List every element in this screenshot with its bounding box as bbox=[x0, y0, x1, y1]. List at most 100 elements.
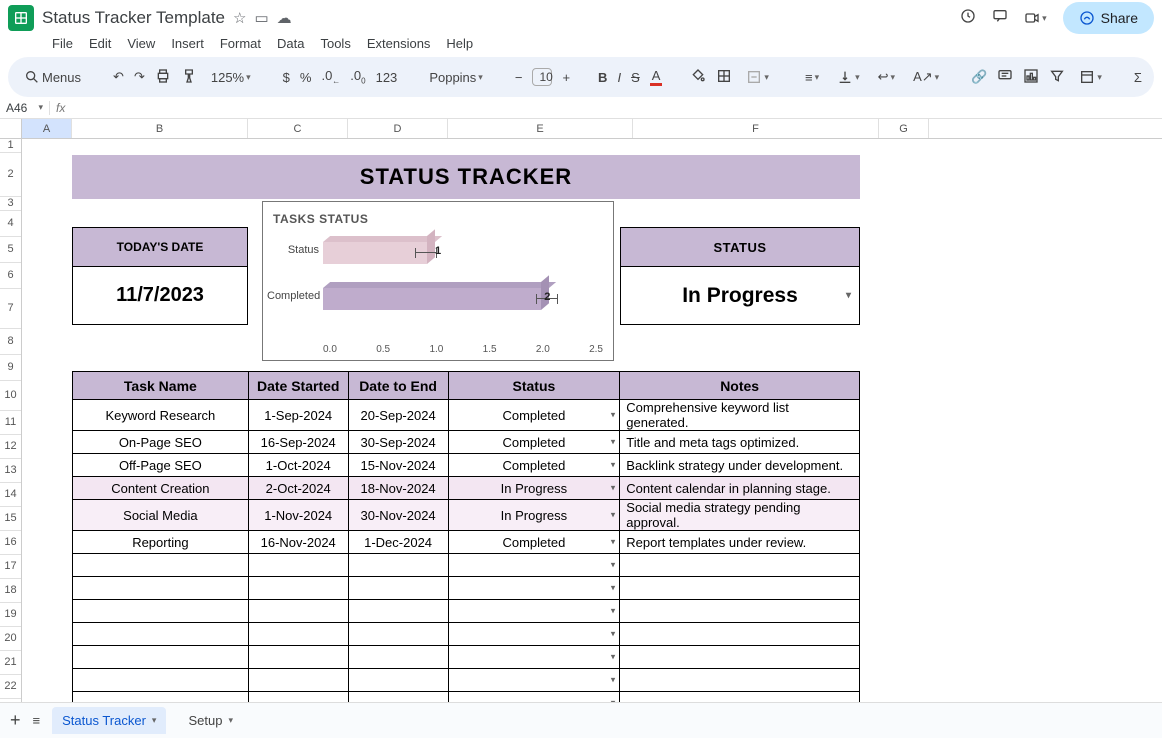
row-header-17[interactable]: 17 bbox=[0, 555, 21, 579]
cell-status[interactable]: In Progress▾ bbox=[448, 477, 620, 500]
move-icon[interactable]: ▭ bbox=[254, 9, 268, 27]
undo-button[interactable]: ↶ bbox=[113, 69, 124, 85]
row-header-20[interactable]: 20 bbox=[0, 627, 21, 651]
cell-task[interactable]: Reporting bbox=[73, 531, 249, 554]
insert-chart-button[interactable] bbox=[1023, 68, 1039, 87]
col-header-B[interactable]: B bbox=[72, 119, 248, 138]
menu-extensions[interactable]: Extensions bbox=[361, 34, 437, 53]
col-header-C[interactable]: C bbox=[248, 119, 348, 138]
menu-data[interactable]: Data bbox=[271, 34, 310, 53]
row-header-11[interactable]: 11 bbox=[0, 411, 21, 435]
font-size-input[interactable]: 10 bbox=[532, 68, 552, 86]
overall-status-value[interactable]: In Progress ▾ bbox=[620, 267, 860, 325]
v-align-button[interactable]: ▾ bbox=[833, 67, 864, 87]
row-header-21[interactable]: 21 bbox=[0, 651, 21, 675]
cell-task[interactable]: Off-Page SEO bbox=[73, 454, 249, 477]
select-all[interactable] bbox=[0, 119, 22, 138]
cell-status[interactable]: Completed▾ bbox=[448, 531, 620, 554]
share-button[interactable]: Share bbox=[1063, 2, 1154, 34]
table-row[interactable]: Keyword Research1-Sep-202420-Sep-2024Com… bbox=[73, 400, 860, 431]
table-row[interactable]: ▾ bbox=[73, 600, 860, 623]
cell-end[interactable]: 18-Nov-2024 bbox=[348, 477, 448, 500]
decrease-font-button[interactable]: − bbox=[515, 70, 523, 85]
cell-status[interactable]: Completed▾ bbox=[448, 400, 620, 431]
cell-end[interactable]: 20-Sep-2024 bbox=[348, 400, 448, 431]
menu-tools[interactable]: Tools bbox=[314, 34, 356, 53]
star-icon[interactable]: ☆ bbox=[233, 9, 246, 27]
currency-button[interactable]: $ bbox=[283, 70, 290, 85]
table-row[interactable]: Social Media1-Nov-202430-Nov-2024In Prog… bbox=[73, 500, 860, 531]
cell-task[interactable]: On-Page SEO bbox=[73, 431, 249, 454]
cell-notes[interactable]: Content calendar in planning stage. bbox=[620, 477, 860, 500]
col-header-D[interactable]: D bbox=[348, 119, 448, 138]
functions-button[interactable]: Σ bbox=[1134, 70, 1142, 85]
filter-views-button[interactable]: ▾ bbox=[1075, 67, 1106, 87]
print-button[interactable] bbox=[155, 68, 171, 87]
cell-status[interactable]: Completed▾ bbox=[448, 454, 620, 477]
table-row[interactable]: Reporting16-Nov-20241-Dec-2024Completed▾… bbox=[73, 531, 860, 554]
row-header-10[interactable]: 10 bbox=[0, 381, 21, 411]
table-row[interactable]: ▾ bbox=[73, 577, 860, 600]
row-header-7[interactable]: 7 bbox=[0, 289, 21, 329]
zoom-dropdown[interactable]: 125% ▾ bbox=[207, 68, 255, 87]
link-button[interactable]: 🔗 bbox=[971, 69, 987, 85]
table-row[interactable]: ▾ bbox=[73, 669, 860, 692]
row-header-19[interactable]: 19 bbox=[0, 603, 21, 627]
menu-file[interactable]: File bbox=[46, 34, 79, 53]
menu-insert[interactable]: Insert bbox=[165, 34, 210, 53]
cell-end[interactable]: 15-Nov-2024 bbox=[348, 454, 448, 477]
cell-task[interactable]: Social Media bbox=[73, 500, 249, 531]
cell-task[interactable]: Keyword Research bbox=[73, 400, 249, 431]
grid-canvas[interactable]: STATUS TRACKER TODAY'S DATE 11/7/2023 ST… bbox=[22, 139, 1162, 738]
row-header-6[interactable]: 6 bbox=[0, 263, 21, 289]
row-header-22[interactable]: 22 bbox=[0, 675, 21, 699]
h-align-button[interactable]: ≡ ▾ bbox=[801, 68, 823, 87]
col-header-E[interactable]: E bbox=[448, 119, 633, 138]
fill-color-button[interactable] bbox=[690, 68, 706, 87]
col-header-F[interactable]: F bbox=[633, 119, 879, 138]
bold-button[interactable]: B bbox=[598, 70, 607, 85]
menu-edit[interactable]: Edit bbox=[83, 34, 117, 53]
text-color-button[interactable]: A bbox=[650, 68, 663, 86]
cell-start[interactable]: 1-Oct-2024 bbox=[248, 454, 348, 477]
row-header-3[interactable]: 3 bbox=[0, 197, 21, 211]
add-sheet-button[interactable]: + bbox=[10, 710, 21, 731]
table-row[interactable]: ▾ bbox=[73, 554, 860, 577]
percent-button[interactable]: % bbox=[300, 70, 312, 85]
tasks-table[interactable]: Task Name Date Started Date to End Statu… bbox=[72, 371, 860, 738]
cell-end[interactable]: 1-Dec-2024 bbox=[348, 531, 448, 554]
row-header-2[interactable]: 2 bbox=[0, 153, 21, 197]
menu-view[interactable]: View bbox=[121, 34, 161, 53]
increase-font-button[interactable]: + bbox=[562, 70, 570, 85]
italic-button[interactable]: I bbox=[617, 70, 621, 85]
cell-start[interactable]: 16-Sep-2024 bbox=[248, 431, 348, 454]
strikethrough-button[interactable]: S bbox=[631, 70, 640, 85]
search-menus[interactable]: Menus bbox=[20, 67, 85, 87]
row-header-16[interactable]: 16 bbox=[0, 531, 21, 555]
redo-button[interactable]: ↷ bbox=[134, 69, 145, 85]
row-header-18[interactable]: 18 bbox=[0, 579, 21, 603]
cell-start[interactable]: 1-Sep-2024 bbox=[248, 400, 348, 431]
paint-format-button[interactable] bbox=[181, 68, 197, 87]
col-header-A[interactable]: A bbox=[22, 119, 72, 138]
tasks-status-chart[interactable]: TASKS STATUS Status 1 Completed 2 0.00.5… bbox=[262, 201, 614, 361]
cell-notes[interactable]: Social media strategy pending approval. bbox=[620, 500, 860, 531]
history-icon[interactable] bbox=[960, 8, 976, 29]
name-box[interactable]: A46▾ bbox=[0, 101, 50, 115]
cell-notes[interactable]: Comprehensive keyword list generated. bbox=[620, 400, 860, 431]
cell-notes[interactable]: Report templates under review. bbox=[620, 531, 860, 554]
row-header-14[interactable]: 14 bbox=[0, 483, 21, 507]
comment-button[interactable] bbox=[997, 68, 1013, 87]
comments-icon[interactable] bbox=[992, 8, 1008, 29]
sheets-logo[interactable] bbox=[8, 5, 34, 31]
merge-button[interactable]: ▾ bbox=[742, 67, 773, 87]
increase-decimal-button[interactable]: .00 bbox=[350, 68, 365, 86]
filter-button[interactable] bbox=[1049, 68, 1065, 87]
tab-status-tracker[interactable]: Status Tracker ▾ bbox=[52, 707, 166, 734]
rotate-button[interactable]: A↗ ▾ bbox=[909, 67, 943, 87]
row-header-13[interactable]: 13 bbox=[0, 459, 21, 483]
cell-status[interactable]: In Progress▾ bbox=[448, 500, 620, 531]
table-row[interactable]: Off-Page SEO1-Oct-202415-Nov-2024Complet… bbox=[73, 454, 860, 477]
font-dropdown[interactable]: Poppins ▾ bbox=[425, 68, 487, 87]
row-header-15[interactable]: 15 bbox=[0, 507, 21, 531]
